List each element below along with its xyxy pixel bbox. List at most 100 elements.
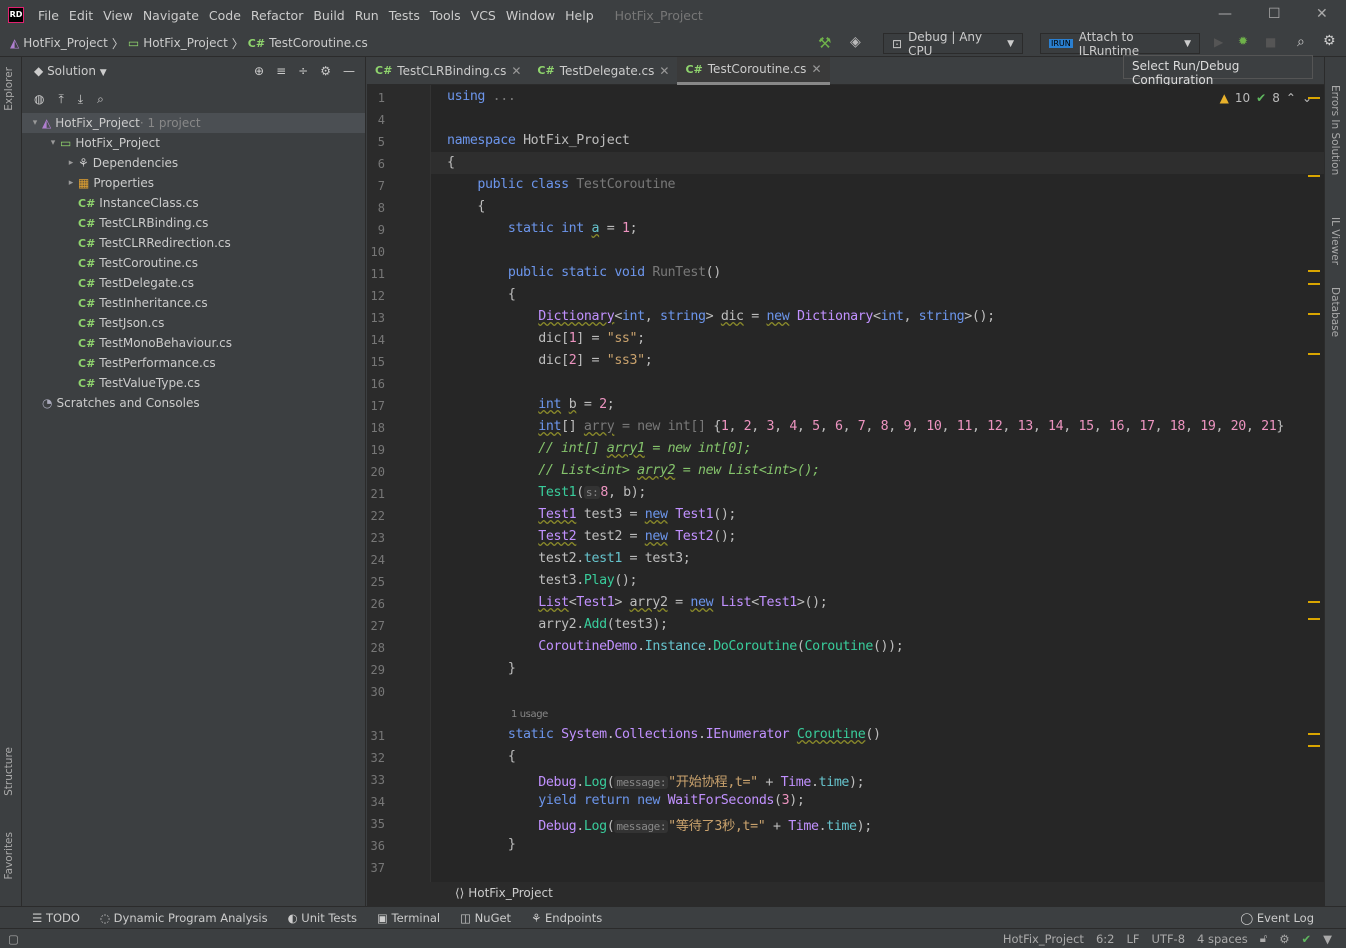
tree-item[interactable]: C#TestPerformance.cs	[22, 353, 365, 373]
collapse-icon[interactable]: ⤒	[58, 92, 63, 107]
menu-edit[interactable]: Edit	[64, 8, 98, 23]
tree-item[interactable]: C#TestValueType.cs	[22, 373, 365, 393]
editor-breadcrumb[interactable]: ⟨⟩ HotFix_Project	[367, 882, 1324, 906]
status-line-separator[interactable]: LF	[1126, 932, 1139, 946]
breadcrumb-file[interactable]: C#TestCoroutine.cs	[248, 36, 368, 50]
tree-item[interactable]: ▸▦Properties	[22, 173, 365, 193]
resharper-icon[interactable]: ⚙	[1279, 932, 1289, 946]
expand-arrow-icon[interactable]: ▸	[64, 178, 78, 188]
status-indent[interactable]: 4 spaces	[1197, 932, 1248, 946]
warning-marker[interactable]	[1308, 733, 1320, 735]
show-files-icon[interactable]: ◍	[34, 92, 44, 106]
warning-marker[interactable]	[1308, 97, 1320, 99]
todo-tab[interactable]: ☰ TODO	[32, 911, 80, 925]
tree-item[interactable]: C#TestDelegate.cs	[22, 273, 365, 293]
tab-testdelegate[interactable]: C#TestDelegate.cs✕	[529, 57, 677, 85]
tree-item[interactable]: ◔Scratches and Consoles	[22, 393, 365, 413]
explorer-tool-tab[interactable]: Explorer	[3, 67, 15, 111]
unit-tests-tab[interactable]: ◐ Unit Tests	[288, 911, 357, 925]
settings-gear-icon[interactable]: ⚙	[320, 64, 331, 78]
status-project[interactable]: HotFix_Project	[1003, 932, 1084, 946]
close-tab-icon[interactable]: ✕	[811, 62, 821, 76]
tab-testclrbinding[interactable]: C#TestCLRBinding.cs✕	[367, 57, 529, 85]
tree-item[interactable]: ▾◭HotFix_Project · 1 project	[22, 113, 365, 133]
previous-highlight-icon[interactable]: ⌃	[1286, 91, 1296, 105]
tab-testcoroutine[interactable]: C#TestCoroutine.cs✕	[677, 57, 829, 85]
structure-tool-tab[interactable]: Structure	[3, 747, 15, 796]
status-position[interactable]: 6:2	[1096, 932, 1115, 946]
close-tab-icon[interactable]: ✕	[511, 64, 521, 78]
build-config-dropdown[interactable]: ⊡Debug | Any CPU▼	[883, 33, 1023, 54]
tree-item[interactable]: C#TestCLRRedirection.cs	[22, 233, 365, 253]
warning-marker[interactable]	[1308, 618, 1320, 620]
database-tab[interactable]: Database	[1329, 287, 1341, 337]
run-config-dropdown[interactable]: IRUNAttach to ILRuntime▼	[1040, 33, 1200, 54]
breadcrumb-project[interactable]: ▭HotFix_Project 〉	[128, 35, 244, 52]
code-editor[interactable]: 1456789101112131415161718192021222324252…	[367, 85, 1324, 882]
settings-gear-icon[interactable]: ⚙	[1323, 33, 1336, 49]
inspection-summary[interactable]: ▲10 ✔8 ⌃⌄	[1220, 91, 1312, 105]
favorites-tool-tab[interactable]: Favorites	[3, 832, 15, 879]
menu-code[interactable]: Code	[204, 8, 246, 23]
warning-marker[interactable]	[1308, 745, 1320, 747]
warning-marker[interactable]	[1308, 313, 1320, 315]
il-viewer-tab[interactable]: IL Viewer	[1329, 217, 1341, 265]
build-hammer-icon[interactable]: ⚒	[818, 34, 831, 52]
check-circle-icon[interactable]: ✔	[1302, 932, 1312, 946]
tree-item[interactable]: C#TestCLRBinding.cs	[22, 213, 365, 233]
search-icon[interactable]: ⌕	[97, 92, 104, 107]
errors-in-solution-tab[interactable]: Errors In Solution	[1329, 85, 1341, 175]
tree-item[interactable]: C#TestCoroutine.cs	[22, 253, 365, 273]
lock-icon[interactable]: 🔓︎	[1260, 931, 1267, 946]
menu-refactor[interactable]: Refactor	[246, 8, 308, 23]
warning-marker[interactable]	[1308, 270, 1320, 272]
menu-build[interactable]: Build	[308, 8, 349, 23]
menu-tools[interactable]: Tools	[425, 8, 466, 23]
menu-window[interactable]: Window	[501, 8, 560, 23]
warning-marker[interactable]	[1308, 353, 1320, 355]
locate-icon[interactable]: ⊕	[254, 64, 264, 78]
expand-arrow-icon[interactable]: ▸	[64, 158, 78, 168]
expand-arrow-icon[interactable]: ▾	[46, 138, 60, 148]
maximize-button[interactable]: ☐	[1268, 6, 1281, 22]
expand-arrow-icon[interactable]: ▾	[28, 118, 42, 128]
warning-marker[interactable]	[1308, 175, 1320, 177]
search-icon[interactable]: ⌕	[1297, 34, 1305, 50]
breadcrumb-solution[interactable]: ◭HotFix_Project 〉	[10, 35, 124, 52]
menu-help[interactable]: Help	[560, 8, 599, 23]
menu-vcs[interactable]: VCS	[466, 8, 501, 23]
stop-icon[interactable]: ■	[1265, 35, 1276, 49]
menu-file[interactable]: File	[33, 8, 64, 23]
run-icon[interactable]: ▶	[1214, 35, 1223, 49]
menu-view[interactable]: View	[98, 8, 138, 23]
solution-dropdown[interactable]: ◆ Solution ▼	[34, 64, 107, 78]
notifications-icon[interactable]: ▼	[1323, 932, 1332, 946]
usage-hint[interactable]: 1 usage	[511, 709, 548, 720]
collapse-all-icon[interactable]: ÷	[298, 64, 308, 78]
warning-marker[interactable]	[1308, 601, 1320, 603]
event-log-tab[interactable]: ◯ Event Log	[1240, 911, 1314, 925]
minimize-button[interactable]: —	[1218, 6, 1232, 22]
hide-icon[interactable]: —	[343, 64, 355, 78]
unity-icon[interactable]: ◈	[850, 34, 861, 50]
menu-navigate[interactable]: Navigate	[138, 8, 204, 23]
tree-item[interactable]: C#TestInheritance.cs	[22, 293, 365, 313]
terminal-tab[interactable]: ▣ Terminal	[377, 911, 440, 925]
debug-bug-icon[interactable]: ✹	[1238, 34, 1248, 48]
status-encoding[interactable]: UTF-8	[1152, 932, 1186, 946]
tree-item[interactable]: C#InstanceClass.cs	[22, 193, 365, 213]
tree-item[interactable]: ▸⚘Dependencies	[22, 153, 365, 173]
nuget-tab[interactable]: ◫ NuGet	[460, 911, 511, 925]
menu-run[interactable]: Run	[350, 8, 384, 23]
expand-icon[interactable]: ⤓	[78, 92, 83, 107]
expand-all-icon[interactable]: ≡	[276, 64, 286, 78]
toggle-tool-windows-icon[interactable]: ▢	[8, 932, 19, 946]
close-button[interactable]: ✕	[1316, 6, 1328, 22]
endpoints-tab[interactable]: ⚘ Endpoints	[531, 911, 602, 925]
dynamic-program-analysis-tab[interactable]: ◌ Dynamic Program Analysis	[100, 911, 268, 925]
close-tab-icon[interactable]: ✕	[659, 64, 669, 78]
warning-marker[interactable]	[1308, 283, 1320, 285]
tree-item[interactable]: C#TestJson.cs	[22, 313, 365, 333]
tree-item[interactable]: ▾▭HotFix_Project	[22, 133, 365, 153]
menu-tests[interactable]: Tests	[384, 8, 425, 23]
